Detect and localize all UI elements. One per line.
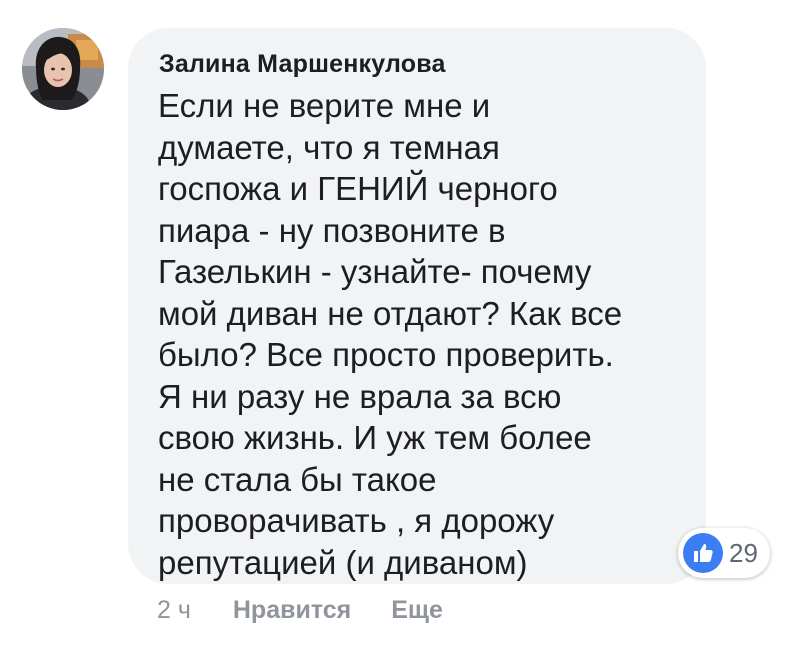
comment-bubble: Залина Маршенкулова Если не верите мне и… <box>128 28 706 584</box>
comment-container: Залина Маршенкулова Если не верите мне и… <box>0 0 800 650</box>
more-button[interactable]: Еще <box>391 596 443 625</box>
like-icon <box>683 533 723 573</box>
timestamp[interactable]: 2 ч <box>157 596 191 625</box>
like-button[interactable]: Нравится <box>233 596 351 625</box>
reactions-badge[interactable]: 29 <box>678 528 770 578</box>
comment-text: Если не верите мне и думаете, что я темн… <box>158 87 623 581</box>
reaction-count: 29 <box>729 537 758 568</box>
avatar[interactable] <box>22 28 104 110</box>
author-name[interactable]: Залина Маршенкулова <box>159 50 676 79</box>
avatar-photo <box>22 28 104 110</box>
comment-actions: 2 ч Нравится Еще <box>157 596 443 625</box>
